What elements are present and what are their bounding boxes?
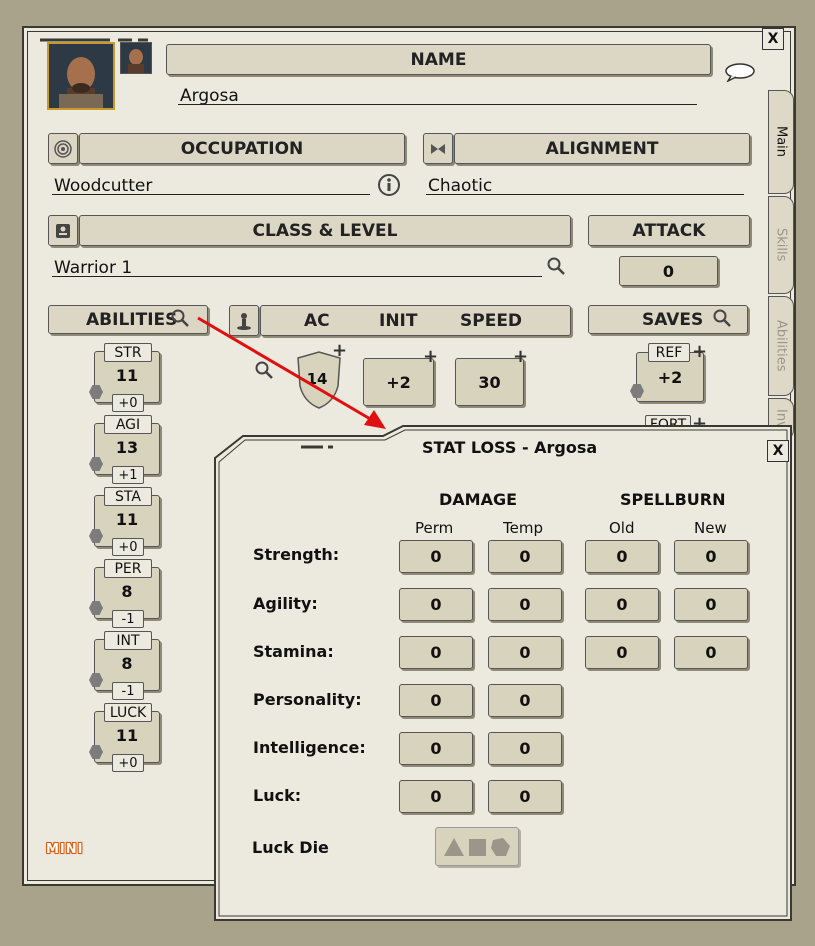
stat-loss-close-button[interactable]: X xyxy=(767,440,789,462)
row-label: Personality: xyxy=(253,690,362,709)
occupation-icon-button[interactable] xyxy=(48,133,78,164)
row-label: Strength: xyxy=(253,545,340,564)
ability-modifier: +1 xyxy=(112,466,144,484)
perm-field[interactable]: 0 xyxy=(399,684,473,717)
ability-label: INT xyxy=(104,631,152,650)
class-icon-button[interactable] xyxy=(48,215,78,246)
tab-main-label: Main xyxy=(773,126,789,158)
occupation-header: OCCUPATION xyxy=(79,133,405,164)
class-search-icon[interactable] xyxy=(546,256,568,282)
perm-field[interactable]: 0 xyxy=(399,540,473,573)
ref-add-icon[interactable]: + xyxy=(692,341,707,362)
damage-header: DAMAGE xyxy=(439,490,518,509)
mini-button[interactable]: MINI xyxy=(46,842,84,857)
dice-shapes-icon xyxy=(444,838,510,856)
temp-field[interactable]: 0 xyxy=(488,588,562,621)
temp-field[interactable]: 0 xyxy=(488,780,562,813)
name-header: NAME xyxy=(166,44,711,75)
annotation-arrow xyxy=(190,312,390,437)
new-field[interactable]: 0 xyxy=(674,588,748,621)
old-field[interactable]: 0 xyxy=(585,588,659,621)
perm-field[interactable]: 0 xyxy=(399,636,473,669)
perm-field[interactable]: 0 xyxy=(399,732,473,765)
perm-column-label: Perm xyxy=(415,519,454,537)
fingerprint-icon xyxy=(54,139,72,158)
tab-main[interactable]: Main xyxy=(768,90,794,194)
bowtie-icon xyxy=(431,143,445,154)
occupation-underline xyxy=(52,194,370,195)
old-column-label: Old xyxy=(609,519,635,537)
old-field[interactable]: 0 xyxy=(585,636,659,669)
portrait-image xyxy=(49,44,113,108)
luck-die-label: Luck Die xyxy=(252,838,329,857)
ability-modifier: -1 xyxy=(112,682,144,700)
ability-label: LUCK xyxy=(104,703,152,722)
new-field[interactable]: 0 xyxy=(674,636,748,669)
ability-label: AGI xyxy=(104,415,152,434)
token-image xyxy=(128,49,144,73)
temp-column-label: Temp xyxy=(503,519,543,537)
ability-modifier: +0 xyxy=(112,394,144,412)
speed-label: SPEED xyxy=(460,310,523,331)
speed-add-icon[interactable]: + xyxy=(513,346,528,367)
title-decoration xyxy=(40,30,148,42)
tab-skills-label: Skills xyxy=(773,228,789,262)
temp-field[interactable]: 0 xyxy=(488,684,562,717)
new-field[interactable]: 0 xyxy=(674,540,748,573)
spellburn-header: SPELLBURN xyxy=(620,490,726,509)
init-add-icon[interactable]: + xyxy=(423,346,438,367)
alignment-field[interactable]: Chaotic xyxy=(428,176,492,196)
abilities-header-label: ABILITIES xyxy=(86,309,178,330)
close-button[interactable]: X xyxy=(762,28,784,50)
info-icon[interactable] xyxy=(377,173,401,201)
temp-field[interactable]: 0 xyxy=(488,636,562,669)
tab-skills[interactable]: Skills xyxy=(768,196,794,294)
name-underline xyxy=(178,104,697,105)
tab-abilities[interactable]: Abilities xyxy=(768,296,794,396)
attack-value[interactable]: 0 xyxy=(619,256,718,286)
old-field[interactable]: 0 xyxy=(585,540,659,573)
alignment-header: ALIGNMENT xyxy=(454,133,750,164)
name-field[interactable]: Argosa xyxy=(180,86,239,106)
ability-modifier: -1 xyxy=(112,610,144,628)
occupation-field[interactable]: Woodcutter xyxy=(54,176,152,196)
ability-modifier: +0 xyxy=(112,754,144,772)
token-thumbnail[interactable] xyxy=(120,42,152,74)
tab-abilities-label: Abilities xyxy=(773,320,789,372)
alignment-underline xyxy=(426,194,744,195)
abilities-search-icon[interactable] xyxy=(170,308,192,334)
class-level-underline xyxy=(52,276,542,277)
luck-die-selector[interactable] xyxy=(435,827,519,866)
attack-header: ATTACK xyxy=(588,215,750,246)
ability-label: STR xyxy=(104,343,152,362)
row-label: Luck: xyxy=(253,786,302,805)
saves-search-icon[interactable] xyxy=(712,308,734,334)
perm-field[interactable]: 0 xyxy=(399,588,473,621)
row-label: Intelligence: xyxy=(253,738,366,757)
ref-save-label: REF xyxy=(648,343,690,362)
alignment-icon-button[interactable] xyxy=(423,133,453,164)
id-card-icon xyxy=(56,223,70,238)
row-label: Agility: xyxy=(253,594,318,613)
saves-header-label: SAVES xyxy=(642,309,704,330)
ability-label: PER xyxy=(104,559,152,578)
row-label: Stamina: xyxy=(253,642,334,661)
temp-field[interactable]: 0 xyxy=(488,732,562,765)
ability-label: STA xyxy=(104,487,152,506)
portrait[interactable] xyxy=(47,42,115,110)
temp-field[interactable]: 0 xyxy=(488,540,562,573)
new-column-label: New xyxy=(694,519,727,537)
speech-bubble-icon[interactable] xyxy=(724,62,756,86)
class-level-header: CLASS & LEVEL xyxy=(79,215,571,246)
class-level-field[interactable]: Warrior 1 xyxy=(54,258,132,278)
ability-modifier: +0 xyxy=(112,538,144,556)
perm-field[interactable]: 0 xyxy=(399,780,473,813)
stat-loss-title: STAT LOSS - Argosa xyxy=(422,438,598,457)
